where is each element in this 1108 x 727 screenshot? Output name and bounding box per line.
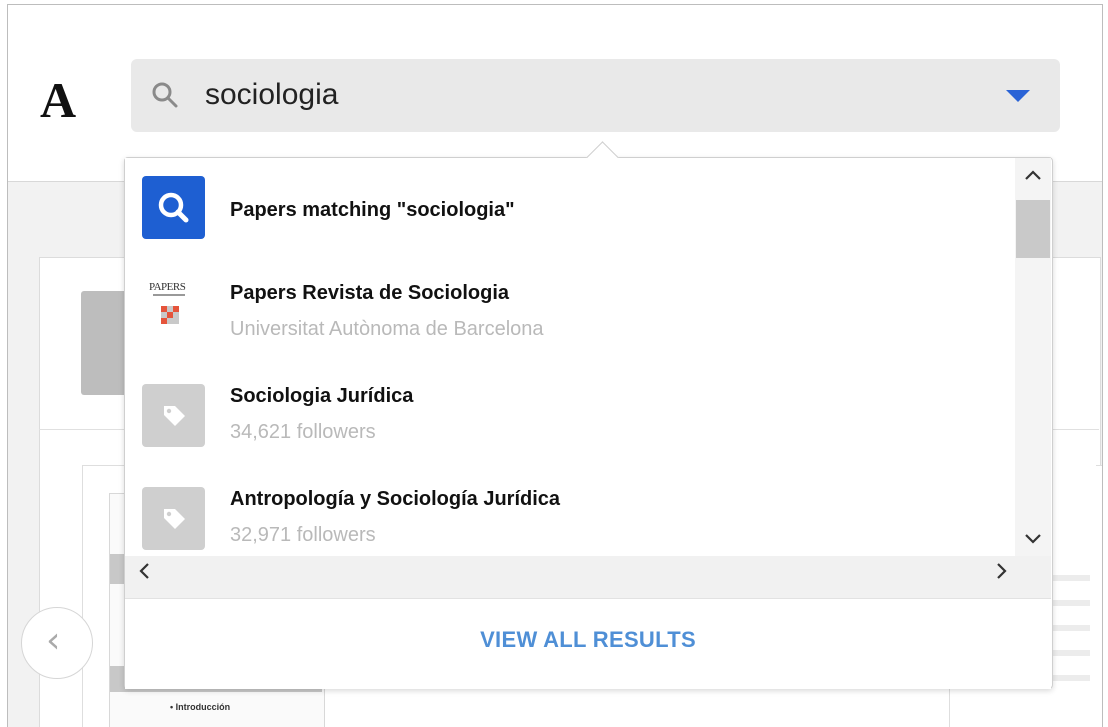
search-bar[interactable]: sociologia — [131, 59, 1060, 132]
logo-square — [173, 318, 179, 324]
suggestion-subtitle: 32,971 followers — [230, 524, 376, 546]
suggestion-tag[interactable]: Antropología y Sociología Jurídica 32,97… — [125, 467, 1015, 556]
scroll-up-icon[interactable] — [1023, 166, 1043, 187]
view-all-results-link[interactable]: VIEW ALL RESULTS — [125, 627, 1051, 653]
vertical-scrollbar[interactable] — [1015, 158, 1051, 556]
suggestion-title: Sociologia Jurídica — [230, 385, 414, 407]
academia-logo[interactable]: A — [40, 75, 76, 125]
search-input[interactable]: sociologia — [205, 75, 338, 115]
tag-icon — [142, 384, 205, 447]
papers-logo-text: PAPERS — [149, 281, 186, 293]
suggestion-title: Papers matching "sociologia" — [230, 199, 515, 221]
suggestion-tag[interactable]: Sociologia Jurídica 34,621 followers — [125, 364, 1015, 468]
papers-journal-logo: PAPERS — [149, 281, 199, 337]
suggestion-search-papers[interactable]: Papers matching "sociologia" — [125, 158, 1015, 262]
top-bar: A sociologia — [8, 5, 1102, 182]
scrollbar-corner — [1015, 556, 1051, 598]
search-suggestions-dropdown: Papers matching "sociologia" PAPERS Pape… — [124, 141, 1053, 689]
thumbnail-text: • Introducción — [170, 702, 231, 712]
vertical-scroll-thumb[interactable] — [1016, 200, 1050, 258]
scroll-left-icon[interactable] — [137, 561, 151, 586]
suggestion-journal[interactable]: PAPERS Papers Revista de Sociologia Univ… — [125, 261, 1015, 365]
logo-line — [153, 294, 185, 296]
dropdown-footer: VIEW ALL RESULTS — [125, 598, 1051, 689]
previous-button[interactable]: ‹ — [21, 607, 93, 679]
suggestion-subtitle: Universitat Autònoma de Barcelona — [230, 318, 544, 340]
suggestion-title: Antropología y Sociología Jurídica — [230, 488, 561, 510]
search-icon — [152, 82, 178, 108]
scroll-down-icon[interactable] — [1023, 530, 1043, 551]
dropdown-caret-icon[interactable] — [1006, 90, 1030, 102]
scroll-right-icon[interactable] — [995, 561, 1009, 586]
suggestions-list: Papers matching "sociologia" PAPERS Pape… — [125, 158, 1015, 556]
search-icon — [142, 176, 205, 239]
tag-icon — [142, 487, 205, 550]
chevron-left-icon: ‹ — [46, 620, 61, 661]
suggestion-title: Papers Revista de Sociologia — [230, 282, 509, 304]
suggestion-subtitle: 34,621 followers — [230, 421, 376, 443]
horizontal-scrollbar[interactable] — [125, 556, 1015, 598]
